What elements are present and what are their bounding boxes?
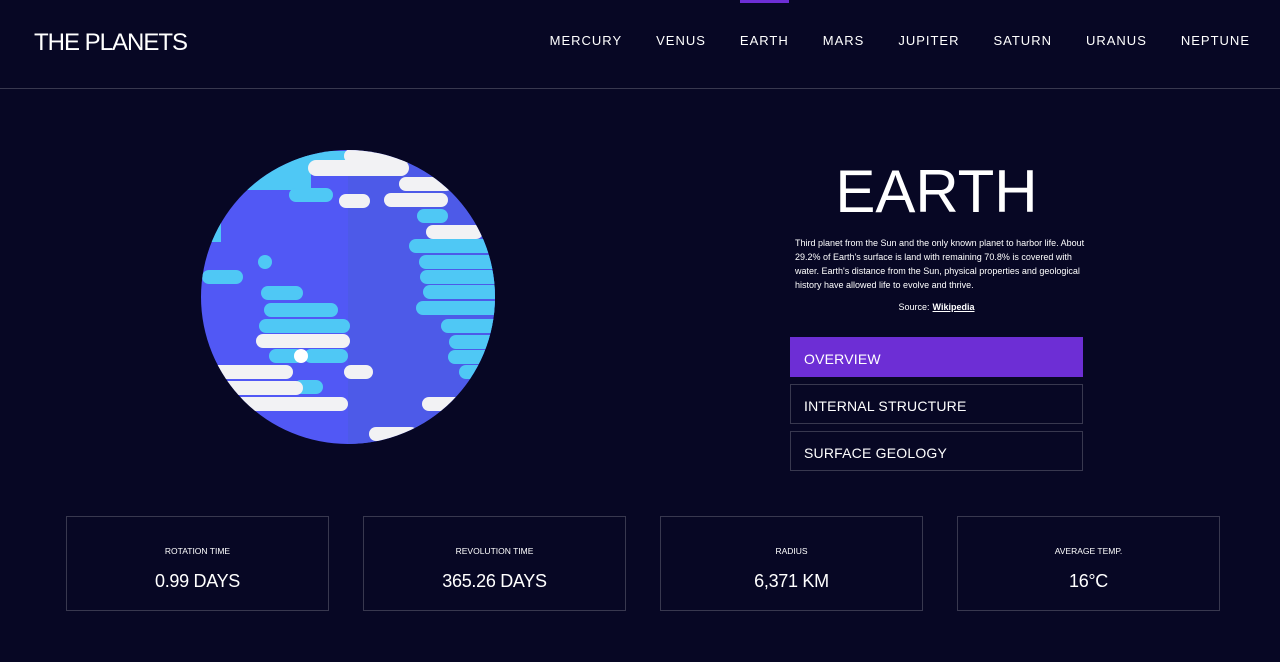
nav-item-saturn[interactable]: SATURN	[993, 0, 1051, 88]
planet-description: Third planet from the Sun and the only k…	[795, 238, 1085, 290]
nav-item-jupiter[interactable]: JUPITER	[898, 0, 959, 88]
earth-illustration-icon	[201, 150, 495, 444]
stat-value: 16°C	[1068, 571, 1109, 591]
stat-card-average-temp: AVERAGE TEMP. 16°C	[957, 516, 1220, 611]
nav-item-venus[interactable]: VENUS	[656, 0, 706, 88]
nav-item-neptune[interactable]: NEPTUNE	[1181, 0, 1250, 88]
nav-item-uranus[interactable]: URANUS	[1086, 0, 1147, 88]
view-tabs: OVERVIEW INTERNAL STRUCTURE SURFACE GEOL…	[790, 337, 1083, 478]
stat-card-revolution: REVOLUTION TIME 365.26 DAYS	[363, 516, 626, 611]
planet-info: EARTH Third planet from the Sun and the …	[790, 158, 1085, 313]
site-header: THE PLANETS MERCURY VENUS EARTH MARS JUP…	[0, 0, 1280, 89]
stat-value: 0.99 DAYS	[154, 571, 240, 591]
stat-card-rotation: ROTATION TIME 0.99 DAYS	[66, 516, 329, 611]
stat-value: 6,371 KM	[754, 571, 829, 591]
nav-item-mars[interactable]: MARS	[823, 0, 865, 88]
tab-overview[interactable]: OVERVIEW	[790, 337, 1083, 377]
planet-stats: ROTATION TIME 0.99 DAYS REVOLUTION TIME …	[66, 516, 1220, 611]
tab-internal-structure[interactable]: INTERNAL STRUCTURE	[790, 384, 1083, 424]
tab-surface-geology[interactable]: SURFACE GEOLOGY	[790, 431, 1083, 471]
source-line: Source: Wikipedia	[790, 302, 1083, 312]
stat-value: 365.26 DAYS	[442, 571, 547, 591]
nav-item-mercury[interactable]: MERCURY	[550, 0, 623, 88]
stat-card-radius: RADIUS 6,371 KM	[660, 516, 923, 611]
stat-label: ROTATION TIME	[164, 546, 231, 556]
site-logo[interactable]: THE PLANETS	[34, 29, 188, 57]
stat-label: RADIUS	[775, 546, 808, 556]
nav-item-earth[interactable]: EARTH	[739, 0, 789, 88]
stat-label: REVOLUTION TIME	[455, 546, 534, 556]
planet-title: EARTH	[835, 158, 1038, 225]
source-prefix: Source:	[898, 302, 930, 312]
planet-nav: MERCURY VENUS EARTH MARS JUPITER SATURN …	[550, 0, 1250, 88]
stat-label: AVERAGE TEMP.	[1054, 546, 1123, 556]
wikipedia-link[interactable]: Wikipedia	[933, 302, 975, 312]
